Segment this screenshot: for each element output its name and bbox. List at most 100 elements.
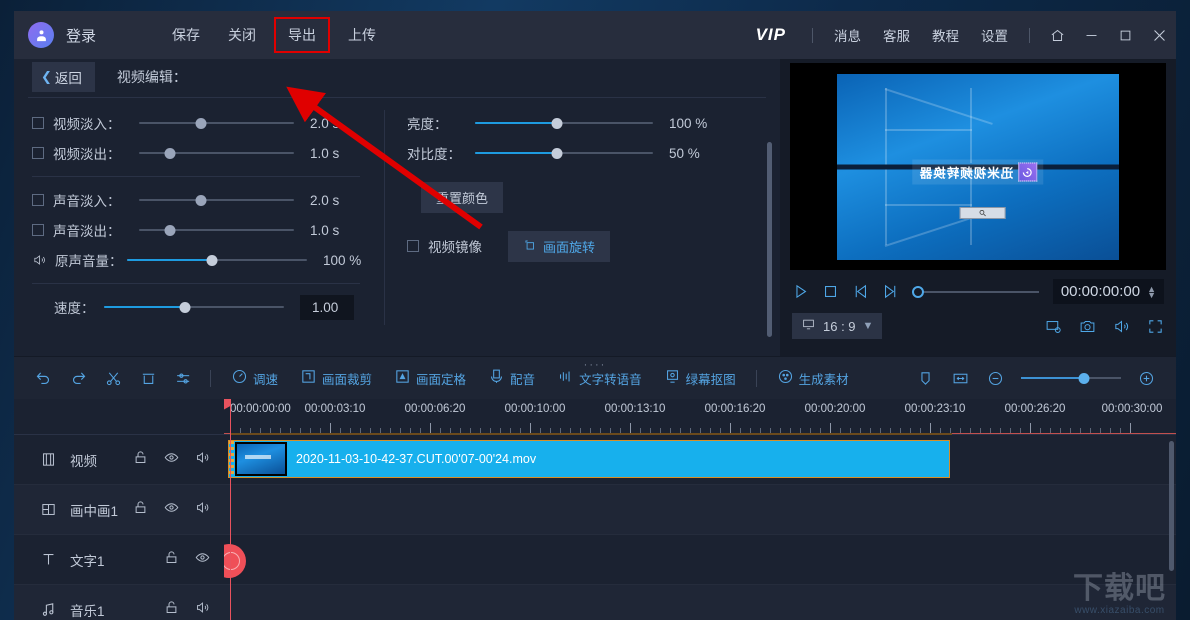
snapshot-icon[interactable] — [1079, 318, 1096, 335]
playback-progress-slider[interactable] — [912, 284, 1039, 300]
zoom-slider[interactable] — [1021, 371, 1121, 385]
tool-crop[interactable]: 画面裁剪 — [289, 357, 383, 399]
play-icon[interactable] — [792, 283, 809, 300]
checkbox-video-fade-out[interactable] — [32, 147, 44, 159]
checkbox-audio-fade-out[interactable] — [32, 224, 44, 236]
checkbox-video-fade-in[interactable] — [32, 117, 44, 129]
timeline-vertical-scrollbar[interactable] — [1169, 441, 1174, 571]
slider-video-fade-out[interactable] — [139, 143, 294, 163]
delete-icon[interactable] — [131, 357, 166, 399]
lock-icon[interactable] — [133, 500, 148, 520]
menu-save[interactable]: 保存 — [158, 18, 214, 52]
tool-green-screen[interactable]: 绿幕抠图 — [653, 357, 747, 399]
menu-settings[interactable]: 设置 — [970, 18, 1019, 52]
scrollbar-thumb[interactable] — [767, 142, 772, 337]
zoom-out-icon[interactable] — [978, 357, 1013, 399]
slider-knob[interactable] — [164, 147, 176, 159]
track-row-music1[interactable] — [224, 585, 1176, 620]
eye-icon[interactable] — [164, 450, 179, 470]
volume-icon[interactable] — [1113, 318, 1130, 335]
track-header-text1[interactable]: 文字1 — [14, 535, 224, 585]
slider-audio-fade-out[interactable] — [139, 220, 294, 240]
vip-badge[interactable]: VIP — [756, 25, 786, 45]
menu-support[interactable]: 客服 — [872, 18, 921, 52]
track-row-pip1[interactable] — [224, 485, 1176, 535]
undo-icon[interactable] — [26, 357, 61, 399]
slider-knob[interactable] — [195, 117, 207, 129]
menu-upload[interactable]: 上传 — [334, 18, 390, 52]
slider-original-volume[interactable] — [127, 250, 307, 270]
reset-color-button[interactable]: 重置颜色 — [421, 182, 504, 213]
tool-speed-adjust[interactable]: 调速 — [220, 357, 289, 399]
track-header-music1[interactable]: 音乐1 — [14, 585, 224, 620]
menu-close[interactable]: 关闭 — [214, 18, 270, 52]
menu-export[interactable]: 导出 — [274, 17, 331, 53]
volume-icon[interactable] — [195, 500, 210, 520]
minimize-icon[interactable] — [1074, 11, 1108, 59]
slider-knob[interactable] — [179, 301, 191, 313]
panel-resize-handle[interactable]: ···· — [584, 359, 607, 371]
slider-knob[interactable] — [164, 224, 176, 236]
zoom-knob[interactable] — [1078, 372, 1090, 384]
screen-record-icon[interactable] — [1045, 318, 1062, 335]
home-icon[interactable] — [1040, 11, 1074, 59]
rotate-frame-button[interactable]: 画面旋转 — [508, 230, 611, 262]
track-row-video[interactable]: 2020-11-03-10-42-37.CUT.00'07-00'24.mov — [224, 435, 1176, 485]
tool-generate-material[interactable]: 生成素材 — [766, 357, 860, 399]
menu-messages[interactable]: 消息 — [823, 18, 872, 52]
next-frame-icon[interactable] — [882, 283, 899, 300]
slider-speed[interactable] — [104, 297, 284, 317]
label-video-fade-out: 视频淡出： — [53, 147, 121, 162]
tool-freeze-frame[interactable]: 画面定格 — [383, 357, 477, 399]
value-speed[interactable]: 1.00 — [300, 294, 354, 320]
aspect-ratio-selector[interactable]: 16 : 9 ▼ — [792, 313, 883, 339]
video-preview[interactable]: 迅米视频转换器 — [790, 63, 1166, 270]
eye-icon[interactable] — [195, 550, 210, 570]
eye-icon[interactable] — [164, 500, 179, 520]
slider-knob[interactable] — [206, 254, 218, 266]
back-button[interactable]: ❮ 返回 — [32, 62, 95, 92]
app-logo-group[interactable]: 登录 — [28, 22, 96, 48]
checkbox-audio-fade-in[interactable] — [32, 194, 44, 206]
menu-tutorial[interactable]: 教程 — [921, 18, 970, 52]
checkbox-video-mirror[interactable] — [407, 240, 419, 252]
cut-icon[interactable] — [96, 357, 131, 399]
video-clip[interactable]: 2020-11-03-10-42-37.CUT.00'07-00'24.mov — [228, 440, 950, 478]
playhead[interactable] — [224, 399, 231, 620]
close-icon[interactable] — [1142, 11, 1176, 59]
stop-icon[interactable] — [822, 283, 839, 300]
fit-width-icon[interactable] — [943, 357, 978, 399]
prev-frame-icon[interactable] — [852, 283, 869, 300]
slider-contrast[interactable] — [475, 143, 653, 163]
slider-brightness[interactable] — [475, 113, 653, 133]
app-logo-icon — [28, 22, 54, 48]
timecode-box[interactable]: 00:00:00:00 ▲ ▼ — [1052, 279, 1164, 304]
settings-sliders-icon[interactable] — [166, 357, 201, 399]
lock-icon[interactable] — [164, 550, 179, 570]
track-row-text1[interactable] — [224, 535, 1176, 585]
fullscreen-icon[interactable] — [1147, 318, 1164, 335]
volume-icon[interactable] — [195, 450, 210, 470]
track-header-video[interactable]: 视频 — [14, 435, 224, 485]
slider-knob[interactable] — [551, 147, 563, 159]
slider-audio-fade-in[interactable] — [139, 190, 294, 210]
marker-icon[interactable] — [908, 357, 943, 399]
slider-video-fade-in[interactable] — [139, 113, 294, 133]
redo-icon[interactable] — [61, 357, 96, 399]
login-label[interactable]: 登录 — [66, 25, 96, 46]
panel-scrollbar[interactable] — [767, 142, 772, 392]
zoom-in-icon[interactable] — [1129, 357, 1164, 399]
slider-knob[interactable] — [195, 194, 207, 206]
lock-icon[interactable] — [133, 450, 148, 470]
volume-icon[interactable] — [195, 600, 210, 620]
timecode-stepper[interactable]: ▲ ▼ — [1147, 284, 1156, 299]
timeline-canvas[interactable]: 00:00:00:00 00:00:03:10 00:00:06:20 00:0… — [224, 399, 1176, 620]
slider-knob[interactable] — [551, 117, 563, 129]
timeline-track-rows: 2020-11-03-10-42-37.CUT.00'07-00'24.mov — [224, 435, 1176, 620]
lock-icon[interactable] — [164, 600, 179, 620]
maximize-icon[interactable] — [1108, 11, 1142, 59]
progress-knob[interactable] — [912, 285, 924, 298]
track-header-pip1[interactable]: 画中画1 — [14, 485, 224, 535]
tool-dubbing[interactable]: 配音 — [477, 357, 546, 399]
timeline-ruler[interactable]: 00:00:00:00 00:00:03:10 00:00:06:20 00:0… — [224, 399, 1176, 435]
